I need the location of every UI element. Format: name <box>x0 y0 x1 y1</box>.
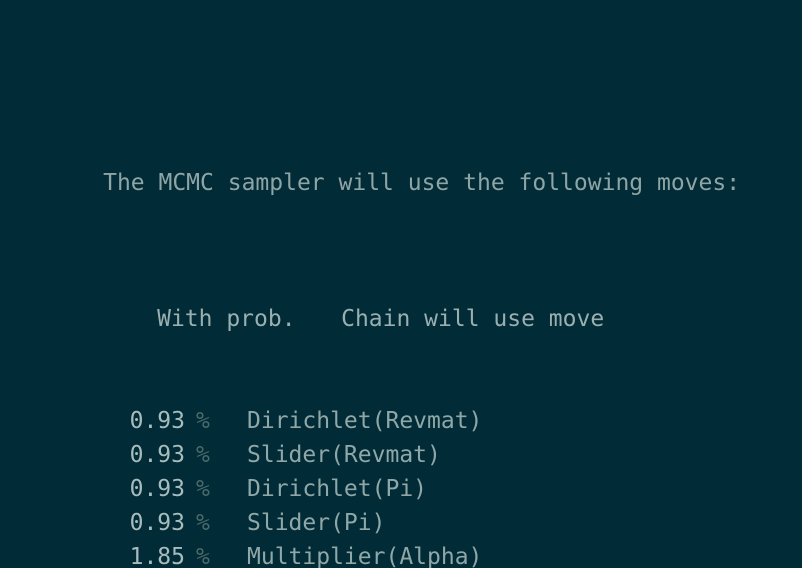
move-name: Dirichlet(Pi) <box>247 476 428 502</box>
table-row: 0.93% Slider(Pi) <box>20 506 740 540</box>
move-name: Multiplier(Alpha) <box>247 544 483 568</box>
percent-symbol: % <box>196 408 210 434</box>
move-name: Dirichlet(Revmat) <box>247 408 483 434</box>
move-table: 0.93% Dirichlet(Revmat) 0.93% Slider(Revmat… <box>20 404 740 568</box>
move-probability: 0.93 <box>129 476 185 502</box>
column-header-move: Chain will use move <box>341 306 605 332</box>
column-header-row: With prob. Chain will use move <box>20 268 740 332</box>
table-row: 0.93% Slider(Revmat) <box>20 438 740 472</box>
terminal-output: The MCMC sampler will use the following … <box>20 30 740 568</box>
move-probability: 1.85 <box>129 544 185 568</box>
move-name: Slider(Revmat) <box>247 442 441 468</box>
percent-symbol: % <box>196 544 210 568</box>
column-header-prob: With prob. <box>157 306 296 332</box>
move-probability: 0.93 <box>129 442 185 468</box>
terminal-window: The MCMC sampler will use the following … <box>0 0 802 568</box>
move-probability: 0.93 <box>129 408 185 434</box>
table-row: 1.85% Multiplier(Alpha) <box>20 540 740 568</box>
percent-symbol: % <box>196 476 210 502</box>
table-row: 0.93% Dirichlet(Revmat) <box>20 404 740 438</box>
percent-symbol: % <box>196 442 210 468</box>
mcmc-moves-title-line: The MCMC sampler will use the following … <box>20 132 740 196</box>
percent-symbol: % <box>196 510 210 536</box>
move-probability: 0.93 <box>129 510 185 536</box>
move-name: Slider(Pi) <box>247 510 386 536</box>
mcmc-moves-title: The MCMC sampler will use the following … <box>103 170 741 196</box>
table-row: 0.93% Dirichlet(Pi) <box>20 472 740 506</box>
